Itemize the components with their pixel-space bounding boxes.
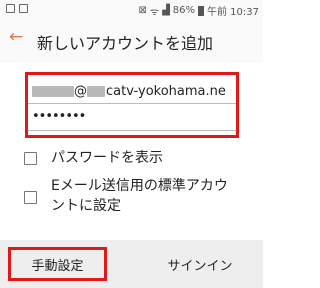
app-header: ← 新しいアカウントを追加: [0, 19, 263, 63]
sign-in-button[interactable]: サインイン: [145, 247, 255, 281]
email-value: @ catv-yokohama.ne: [32, 84, 226, 99]
notification-icons: [6, 4, 28, 13]
password-value: ••••••••: [32, 109, 86, 124]
status-bar: ⊠ ᯤ ▟ 86% 午前 10:37: [0, 0, 263, 19]
show-password-option[interactable]: パスワードを表示: [24, 148, 163, 168]
default-account-label-line2: ントに設定: [51, 198, 121, 214]
notification-icon: [6, 4, 15, 13]
default-account-label: Eメール送信用の標準アカウ ントに設定: [51, 176, 228, 216]
show-password-checkbox[interactable]: [24, 152, 37, 165]
email-field[interactable]: @ catv-yokohama.ne: [28, 81, 236, 104]
redacted-email-subdomain: [87, 86, 105, 97]
bottom-action-bar: 手動設定 サインイン: [0, 240, 263, 288]
show-password-label: パスワードを表示: [51, 150, 163, 166]
page-title: 新しいアカウントを追加: [37, 34, 214, 53]
image-icon: [19, 4, 28, 13]
account-form-highlight: @ catv-yokohama.ne ••••••••: [25, 72, 239, 138]
status-indicators: ⊠ ᯤ ▟ 86% 午前 10:37: [139, 3, 259, 18]
battery-icon: [198, 5, 204, 16]
arrow-left-icon[interactable]: ←: [9, 29, 23, 46]
default-account-checkbox[interactable]: [24, 191, 37, 204]
email-at: @: [74, 84, 87, 99]
manual-setup-button[interactable]: 手動設定: [8, 247, 107, 281]
clock: 午前 10:37: [207, 7, 259, 18]
signal-icon: ▟: [162, 5, 170, 16]
wifi-icon: ᯤ: [149, 6, 160, 18]
password-field[interactable]: ••••••••: [28, 108, 236, 131]
default-account-option[interactable]: Eメール送信用の標準アカウ ントに設定: [24, 176, 228, 216]
redacted-email-user: [32, 86, 74, 97]
battery-percent: 86%: [172, 5, 195, 16]
default-account-label-line1: Eメール送信用の標準アカウ: [51, 178, 228, 194]
email-domain: catv-yokohama.ne: [106, 84, 226, 99]
nfc-icon: ⊠: [138, 5, 147, 16]
